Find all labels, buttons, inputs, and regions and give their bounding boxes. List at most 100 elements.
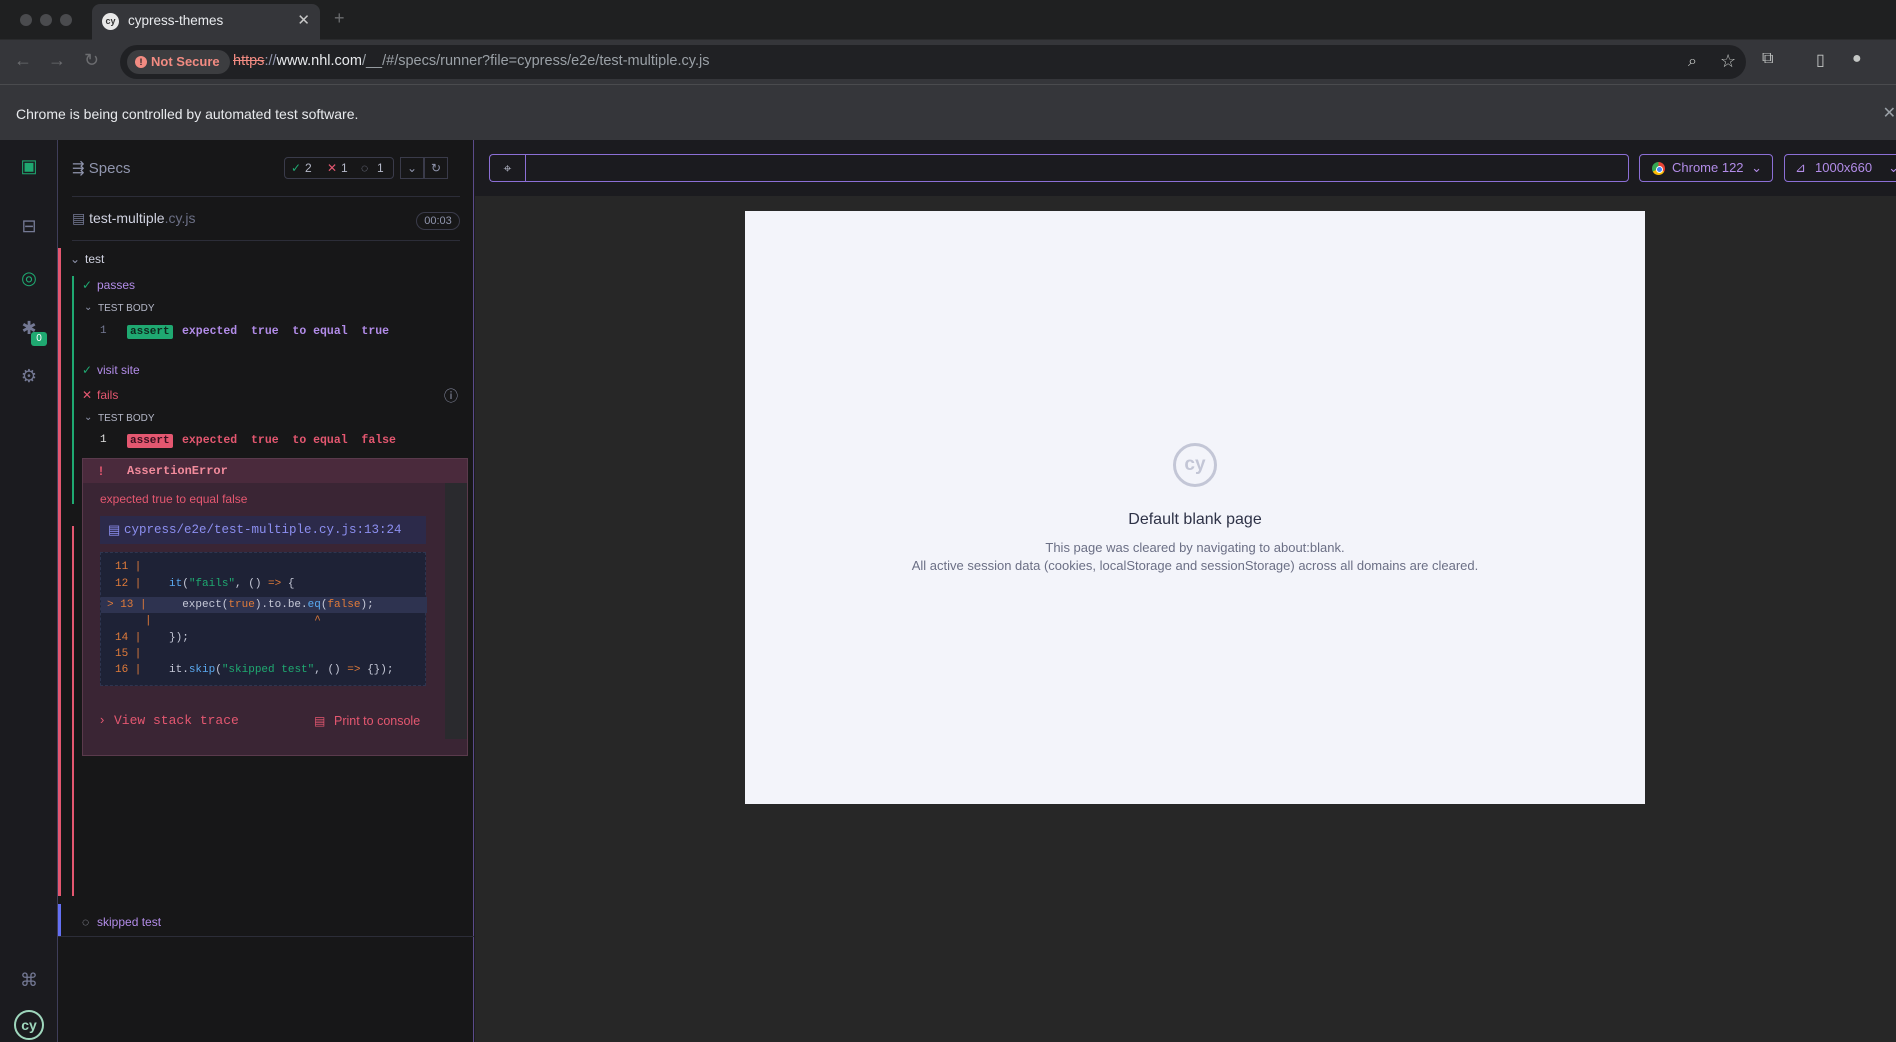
aut-blank-page: cy Default blank page This page was clea… — [745, 211, 1645, 804]
tab-close-icon[interactable]: ✕ — [297, 11, 310, 29]
browser-tab[interactable]: cy cypress-themes ✕ — [92, 4, 320, 40]
body-chevron-icon[interactable]: ⌄ — [84, 302, 92, 313]
browser-selector[interactable]: Chrome 122 ⌄ — [1639, 154, 1773, 182]
infobar-close-icon[interactable]: ✕ — [1883, 103, 1896, 123]
test-body-label: TEST BODY — [98, 413, 155, 424]
error-name: AssertionError — [127, 464, 228, 478]
extensions-icon[interactable]: ⧉ — [1762, 50, 1773, 68]
command-name[interactable]: assert — [127, 325, 173, 339]
command-name[interactable]: assert — [127, 434, 173, 448]
bookmark-star-icon[interactable]: ☆ — [1720, 51, 1736, 72]
console-icon: ▤ — [314, 714, 326, 728]
spec-duration: 00:03 — [416, 212, 460, 230]
settings-gear-icon[interactable]: ⚙ — [18, 366, 40, 388]
info-circle-icon[interactable]: ⓘ — [444, 386, 458, 406]
viewport-resize-icon: ⊿ — [1795, 160, 1806, 175]
test-title-passes[interactable]: passes — [97, 278, 135, 292]
fails-bar — [72, 526, 74, 896]
code-line: it.skip("skipped test", () => {}); — [169, 664, 394, 676]
profile-icon[interactable]: ● — [1852, 50, 1862, 68]
project-icon[interactable]: ▣ — [18, 156, 40, 178]
not-secure-chip[interactable]: ! Not Secure — [127, 50, 230, 74]
side-panel-icon[interactable]: ▯ — [1816, 50, 1825, 70]
error-file-link[interactable]: ▤ cypress/e2e/test-multiple.cy.js:13:24 — [100, 516, 426, 544]
error-message: expected true to equal false — [100, 492, 248, 506]
line-number: 15 | — [115, 648, 142, 660]
pass-check-icon: ✓ — [82, 363, 93, 377]
viewport-label: 1000x660 — [1815, 160, 1873, 175]
window-zoom-control[interactable] — [60, 14, 72, 26]
url-text[interactable]: https://www.nhl.com/__/#/specs/runner?fi… — [233, 53, 709, 69]
error-scroll-gutter — [445, 483, 467, 739]
security-label: Not Secure — [151, 54, 220, 69]
cypress-side-nav: ▣ ⊟ ◎ ✱ 0 ⚙ ⌘ cy — [0, 140, 58, 1042]
view-stack-trace-button[interactable]: View stack trace — [114, 713, 239, 728]
specs-list-icon[interactable]: ⊟ — [18, 216, 40, 238]
test-stats: ✓ 2 ✕ 1 ◌ 1 — [284, 157, 394, 179]
selector-playground-crosshair-icon[interactable]: ⌖ — [489, 154, 525, 182]
window-close-control[interactable] — [20, 14, 32, 26]
reload-icon[interactable]: ↻ — [84, 50, 99, 71]
code-line-caret: ^ — [169, 615, 321, 627]
chevron-down-icon[interactable]: ⌄ — [400, 157, 424, 179]
suite-title[interactable]: test — [85, 252, 104, 266]
line-number: 12 | — [115, 578, 142, 590]
suite-fail-bar — [58, 248, 61, 896]
command-number: 1 — [100, 325, 107, 337]
aut-header: ⌖ Chrome 122 ⌄ ⊿ 1000x660 ⌄ — [475, 140, 1896, 196]
new-tab-icon[interactable]: + — [334, 8, 345, 29]
browser-tab-strip: cy cypress-themes ✕ + — [0, 0, 1896, 40]
chrome-icon — [1652, 162, 1665, 175]
zoom-magnifier-icon[interactable]: ⌕ — [1688, 53, 1697, 71]
address-bar[interactable]: ! Not Secure https://www.nhl.com/__/#/sp… — [120, 45, 1746, 79]
specs-toggle[interactable]: ⇶ Specs — [72, 159, 130, 177]
file-icon: ▤ — [72, 210, 90, 226]
app-under-test-area: ⌖ Chrome 122 ⌄ ⊿ 1000x660 ⌄ cy Default b… — [475, 140, 1896, 1042]
body-chevron-icon[interactable]: ⌄ — [84, 412, 92, 423]
debug-badge: 0 — [31, 332, 47, 346]
url-host: www.nhl.com — [276, 53, 362, 69]
url-path: /__/#/specs/runner?file=cypress/e2e/test… — [361, 53, 710, 69]
browser-label: Chrome 122 — [1672, 160, 1744, 175]
command-message[interactable]: expected true to equal true — [182, 325, 389, 338]
failed-x-icon: ✕ — [327, 161, 338, 175]
passes-bar — [72, 276, 74, 504]
window-minimize-control[interactable] — [40, 14, 52, 26]
line-number: > 13 | — [107, 599, 147, 611]
back-arrow-icon[interactable]: ← — [14, 50, 32, 71]
blank-page-title: Default blank page — [1128, 511, 1262, 528]
suite-chevron-icon[interactable]: ⌄ — [70, 252, 80, 266]
passed-check-icon: ✓ — [291, 161, 302, 175]
forward-arrow-icon[interactable]: → — [48, 50, 66, 71]
pass-check-icon: ✓ — [82, 278, 93, 292]
tab-title: cypress-themes — [128, 13, 224, 28]
runs-check-icon[interactable]: ◎ — [18, 268, 40, 290]
pending-bar — [58, 904, 61, 936]
code-line: }); — [169, 632, 189, 644]
chevron-right-icon[interactable]: › — [100, 712, 104, 727]
line-number: 14 | — [115, 632, 142, 644]
tab-favicon-icon: cy — [102, 13, 119, 30]
file-icon: ▤ — [108, 522, 121, 537]
automation-infobar: Chrome is being controlled by automated … — [0, 84, 1896, 140]
pending-circle-icon: ◌ — [361, 161, 369, 175]
print-to-console-button[interactable]: Print to console — [334, 714, 420, 728]
cypress-logo-icon: cy — [1173, 443, 1217, 487]
specs-label: Specs — [88, 160, 131, 177]
aut-url-bar[interactable] — [525, 154, 1629, 182]
rerun-refresh-icon[interactable]: ↻ — [424, 157, 448, 179]
test-title-visit-site[interactable]: visit site — [97, 363, 140, 377]
cypress-logo-icon: cy — [14, 1010, 44, 1040]
url-protocol: https — [233, 53, 265, 69]
keyboard-shortcuts-icon[interactable]: ⌘ — [18, 970, 40, 992]
error-file-path[interactable]: cypress/e2e/test-multiple.cy.js:13:24 — [124, 523, 402, 537]
viewport-selector[interactable]: ⊿ 1000x660 ⌄ — [1784, 154, 1896, 182]
pending-count: 1 — [377, 161, 384, 175]
test-body-label: TEST BODY — [98, 303, 155, 314]
command-message[interactable]: expected true to equal false — [182, 434, 396, 447]
blank-page-line2: All active session data (cookies, localS… — [911, 558, 1479, 573]
failed-count: 1 — [341, 161, 348, 175]
test-title-fails[interactable]: fails — [97, 388, 118, 402]
test-title-skipped-test[interactable]: skipped test — [97, 915, 161, 929]
error-exclamation-icon: ! — [99, 464, 103, 478]
